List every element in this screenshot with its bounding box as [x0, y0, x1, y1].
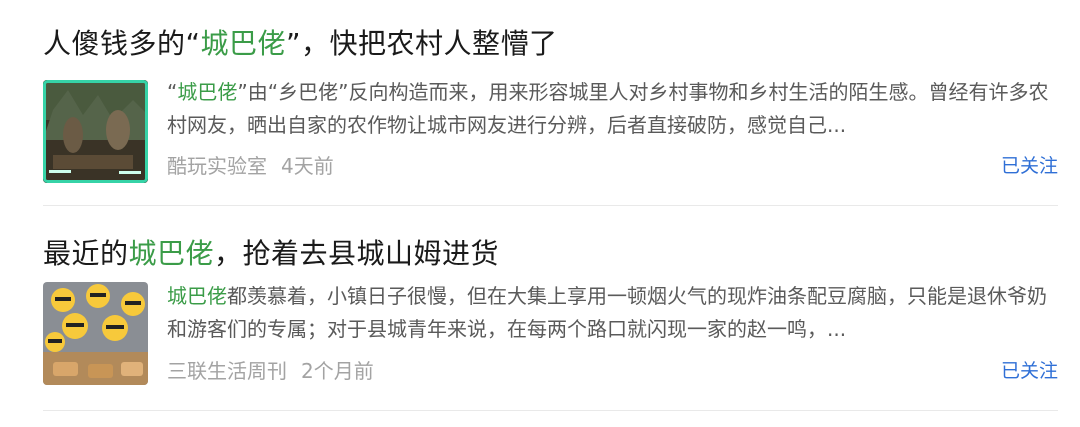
divider: [43, 410, 1058, 411]
result-meta: 三联生活周刊 2个月前: [167, 355, 374, 384]
title-text: 最近的: [43, 237, 129, 270]
result-snippet: “城巴佬”由“乡巴佬”反向构造而来，用来形容城里人对乡村事物和乡村生活的陌生感。…: [167, 80, 1049, 137]
title-text: ”，快把农村人整懵了: [286, 27, 558, 60]
video-thumbnail-icon[interactable]: [43, 80, 148, 183]
publish-time: 2个月前: [301, 359, 374, 383]
divider: [43, 205, 1058, 206]
crowd-photo-icon[interactable]: [43, 282, 148, 385]
snippet-keyword-highlight: 城巴佬: [167, 284, 227, 308]
publish-time: 4天前: [281, 154, 334, 178]
source-name[interactable]: 酷玩实验室: [167, 154, 267, 178]
result-title[interactable]: 人傻钱多的“城巴佬”，快把农村人整懵了: [43, 24, 558, 64]
snippet-keyword-highlight: 城巴佬: [177, 80, 238, 104]
result-snippet: 城巴佬都羡慕着，小镇日子很慢，但在大集上享用一顿烟火气的现炸油条配豆腐脑，只能是…: [167, 284, 1047, 341]
source-name[interactable]: 三联生活周刊: [167, 359, 287, 383]
result-title[interactable]: 最近的城巴佬，抢着去县城山姆进货: [43, 234, 499, 274]
result-meta: 酷玩实验室 4天前: [167, 150, 334, 179]
title-text: ，抢着去县城山姆进货: [214, 237, 500, 270]
follow-status-button[interactable]: 已关注: [1001, 356, 1058, 383]
follow-status-button[interactable]: 已关注: [1001, 151, 1058, 178]
title-text: 人傻钱多的“: [43, 27, 201, 60]
title-keyword-highlight: 城巴佬: [128, 237, 215, 270]
title-keyword-highlight: 城巴佬: [200, 27, 287, 60]
